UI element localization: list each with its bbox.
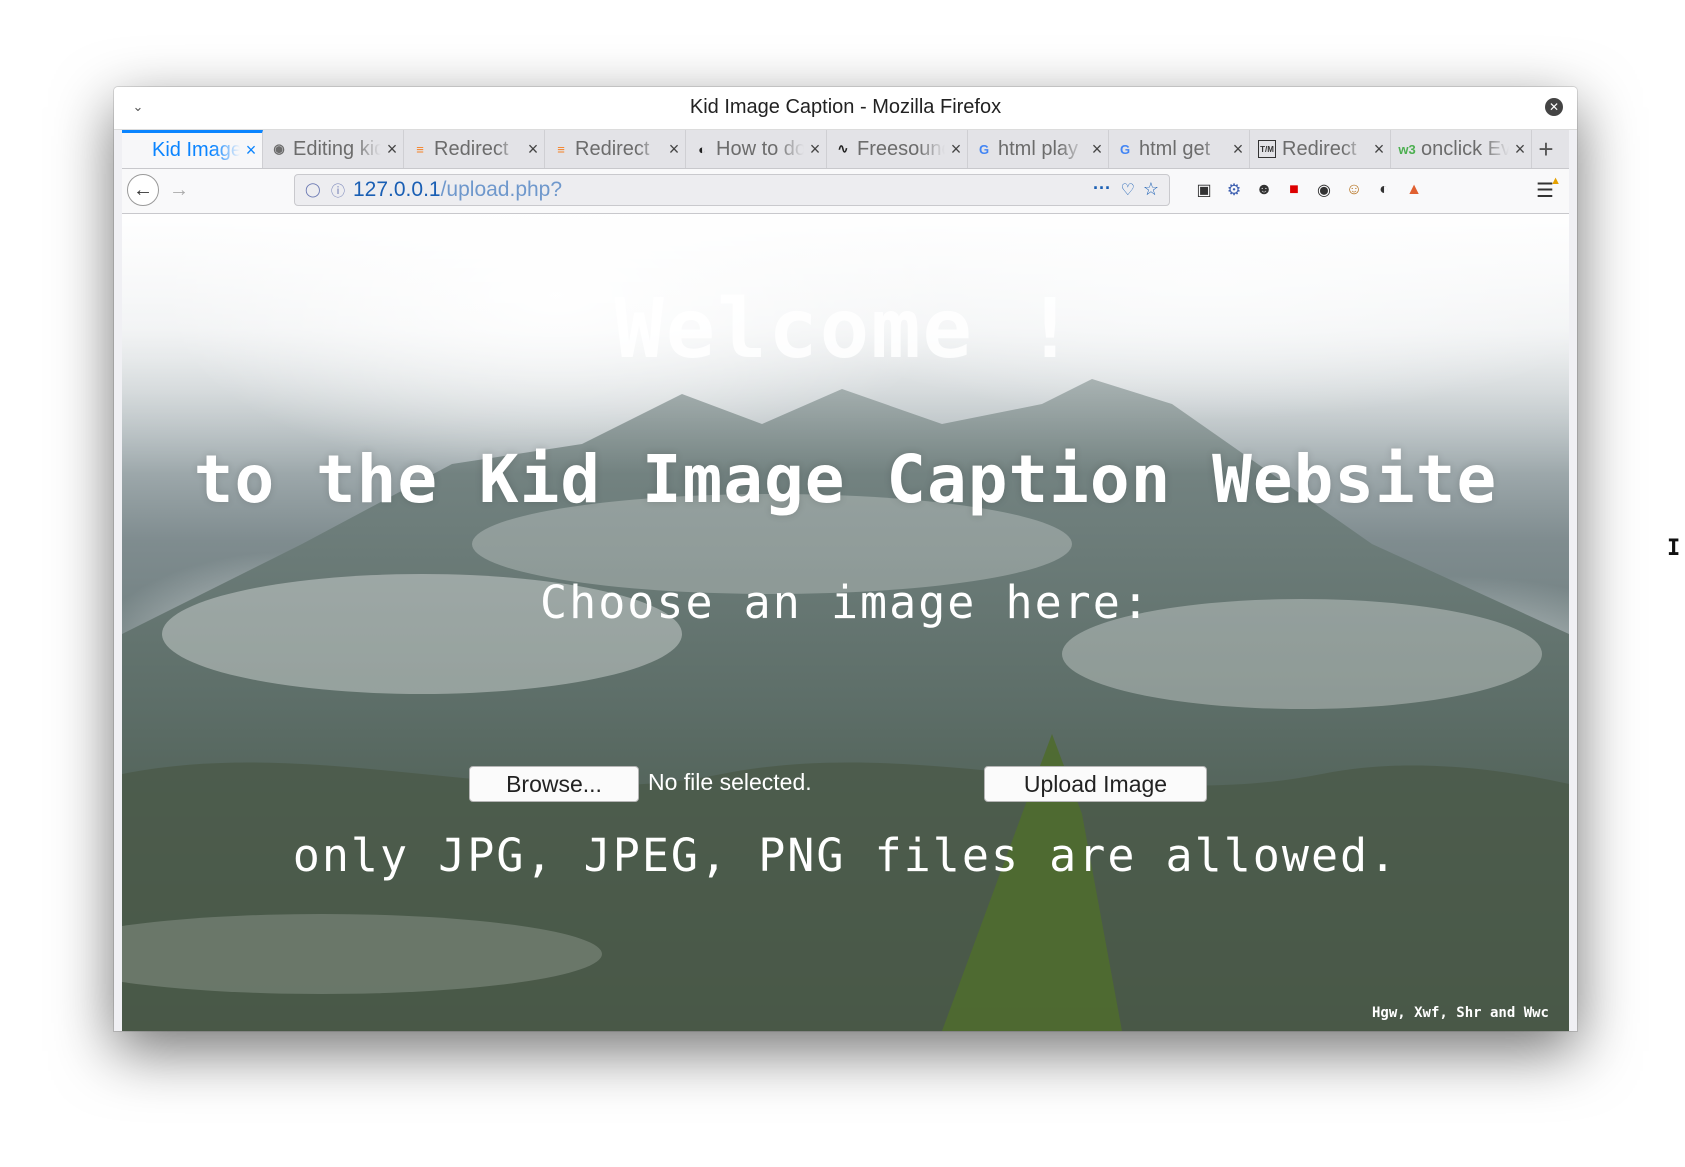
- tracking-shield-icon[interactable]: ◯: [305, 181, 321, 198]
- page-viewport: Welcome ! to the Kid Image Caption Websi…: [122, 214, 1569, 1031]
- tab-editing[interactable]: ◉ Editing kid-image-caption ×: [263, 130, 404, 168]
- tab-redirect-2[interactable]: ≡ Redirect ×: [545, 130, 686, 168]
- waveform-icon: ∿: [837, 141, 849, 156]
- tab-close-icon[interactable]: ×: [945, 139, 967, 160]
- stackoverflow-icon: ≡: [416, 141, 424, 157]
- upload-form: Browse... No file selected. Upload Image: [122, 766, 1569, 806]
- new-tab-button[interactable]: +: [1532, 130, 1560, 168]
- page-icon: [130, 143, 146, 159]
- url-bar[interactable]: ◯ ⓘ 127.0.0.1/upload.php? ··· ♡ ☆: [294, 174, 1170, 206]
- tab-redirect-3[interactable]: T/M Redirect ×: [1250, 130, 1391, 168]
- browse-button[interactable]: Browse...: [469, 766, 639, 802]
- title-bar: ⌄ Kid Image Caption - Mozilla Firefox ✕: [114, 87, 1577, 130]
- tab-freesound[interactable]: ∿ Freesound ×: [827, 130, 968, 168]
- tab-close-icon[interactable]: ×: [1509, 139, 1531, 160]
- hamburger-menu-icon[interactable]: ☰ ▲: [1533, 175, 1561, 202]
- browser-window: ⌄ Kid Image Caption - Mozilla Firefox ✕ …: [114, 87, 1577, 1031]
- gear-extension-icon[interactable]: ⚙: [1222, 178, 1246, 202]
- site-info-icon[interactable]: ⓘ: [331, 181, 345, 201]
- stackoverflow-icon: ≡: [557, 141, 565, 157]
- tab-close-icon[interactable]: ×: [1368, 139, 1390, 160]
- tab-label: onclick Event: [1421, 137, 1509, 160]
- url-host: 127.0.0.1: [353, 178, 441, 201]
- pdf-extension-icon[interactable]: ■: [1282, 178, 1306, 202]
- tab-close-icon[interactable]: ×: [240, 140, 262, 161]
- tab-redirect-1[interactable]: ≡ Redirect ×: [404, 130, 545, 168]
- chrome-icon: ◐: [698, 141, 706, 157]
- url-text[interactable]: 127.0.0.1/upload.php?: [353, 178, 562, 202]
- choose-image-label: Choose an image here:: [540, 576, 1151, 629]
- forward-button[interactable]: →: [166, 177, 192, 203]
- hero-content: Welcome ! to the Kid Image Caption Websi…: [122, 214, 1569, 1031]
- lock-extension-icon[interactable]: ◉: [1312, 178, 1336, 202]
- window-close-button[interactable]: ✕: [1545, 98, 1563, 116]
- text-cursor-icon: I: [1667, 536, 1681, 561]
- tab-close-icon[interactable]: ×: [381, 139, 403, 160]
- tab-label: Freesound: [857, 137, 945, 160]
- tab-label: Editing kid-image-caption: [293, 137, 381, 160]
- w3schools-icon: w3: [1398, 141, 1416, 157]
- tab-close-icon[interactable]: ×: [522, 139, 544, 160]
- tab-kid-image-caption[interactable]: Kid Image Caption ×: [122, 130, 263, 168]
- tab-bar: Kid Image Caption × ◉ Editing kid-image-…: [122, 130, 1569, 169]
- tab-label: Redirect: [575, 137, 650, 160]
- google-icon: G: [978, 141, 990, 157]
- bookmark-star-icon[interactable]: ☆: [1143, 179, 1159, 200]
- navigation-bar: ← → ◯ ⓘ 127.0.0.1/upload.php? ··· ♡ ☆ ▣ …: [122, 169, 1569, 214]
- back-button[interactable]: ←: [127, 174, 159, 206]
- page-actions-more-icon[interactable]: ···: [1093, 178, 1111, 199]
- tab-label: How to do: [716, 137, 804, 160]
- dark-reader-extension-icon[interactable]: ◐: [1372, 178, 1396, 202]
- github-icon: ◉: [273, 141, 285, 156]
- pocket-icon[interactable]: ♡: [1121, 180, 1135, 200]
- tab-label: Redirect: [1282, 137, 1357, 160]
- file-status-text: No file selected.: [648, 769, 812, 795]
- google-icon: G: [1119, 141, 1131, 157]
- tab-label: html get: [1139, 137, 1211, 160]
- upload-image-button[interactable]: Upload Image: [984, 766, 1207, 802]
- network-extension-icon[interactable]: ▲: [1402, 178, 1426, 202]
- screenshot-extension-icon[interactable]: ▣: [1192, 178, 1216, 202]
- welcome-heading: Welcome !: [614, 282, 1077, 377]
- allowed-formats-note: only JPG, JPEG, PNG files are allowed.: [292, 829, 1399, 882]
- window-title: Kid Image Caption - Mozilla Firefox: [689, 96, 1002, 118]
- tab-html-play[interactable]: G html play ×: [968, 130, 1109, 168]
- credits-text: Hgw, Xwf, Shr and Wwc: [1371, 1005, 1549, 1021]
- tab-close-icon[interactable]: ×: [804, 139, 826, 160]
- tab-label: Kid Image Caption: [152, 139, 240, 161]
- profile-extension-icon[interactable]: ☻: [1252, 178, 1276, 202]
- tab-onclick[interactable]: w3 onclick Event ×: [1391, 130, 1532, 168]
- warning-icon: ▲: [1550, 175, 1561, 187]
- monkey-extension-icon[interactable]: ☺: [1342, 178, 1366, 202]
- tab-how-to[interactable]: ◐ How to do ×: [686, 130, 827, 168]
- tab-html-get[interactable]: G html get ×: [1109, 130, 1250, 168]
- tab-close-icon[interactable]: ×: [663, 139, 685, 160]
- tab-close-icon[interactable]: ×: [1086, 139, 1108, 160]
- url-path: /upload.php?: [440, 178, 563, 201]
- tab-close-icon[interactable]: ×: [1227, 139, 1249, 160]
- tab-label: Redirect: [434, 137, 509, 160]
- site-subtitle-heading: to the Kid Image Caption Website: [193, 441, 1498, 518]
- tm-icon: T/M: [1258, 140, 1276, 158]
- tab-label: html play: [998, 137, 1079, 160]
